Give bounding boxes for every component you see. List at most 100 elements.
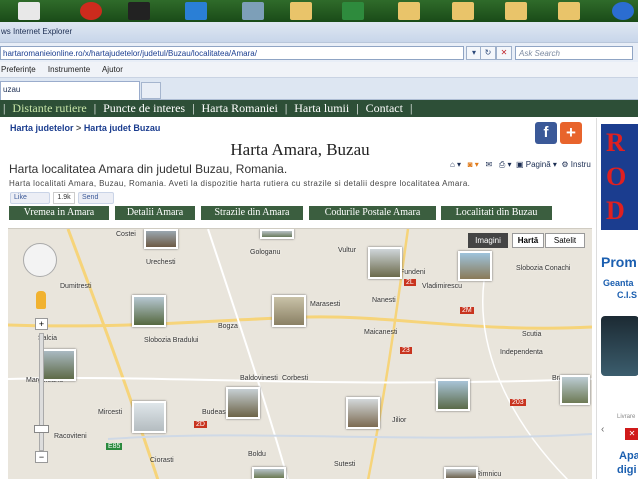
map-photo[interactable] [458,251,492,281]
map-label: Sutesti [334,461,356,468]
chevron-left-icon[interactable]: ‹ [601,424,604,435]
promo-delivery-text: Livrare [617,414,636,420]
promo-text-1[interactable]: Apa [619,450,638,462]
tab-detalii[interactable]: Detalii Amara [115,206,195,220]
map-label: Dumitresti [60,283,92,290]
map-type-map-button[interactable]: Hartă [512,233,544,248]
map-label: Slobozia Bradului [144,337,199,344]
desktop-folder-icon[interactable] [505,2,527,20]
browser-tab-active[interactable]: uzau [0,81,140,100]
promo-text-2[interactable]: digi [617,464,637,476]
nav-item-harta-lumii[interactable]: Harta lumii [294,101,349,115]
url-input[interactable]: hartaromanieionline.ro/x/hartajudetelor/… [0,46,464,60]
breadcrumb: Harta judetelor > Harta judet Buzau [10,123,160,133]
page-title: Harta Amara, Buzau [230,140,370,159]
nav-item-distante[interactable]: Distante rutiere [12,101,86,115]
desktop-folder-icon[interactable] [452,2,474,20]
tab-coduri-postale[interactable]: Codurile Postale Amara [309,206,436,220]
map-photo[interactable] [560,375,590,405]
desktop-excel-icon[interactable] [342,2,364,20]
promo-product-title[interactable]: Geanta [603,278,634,288]
desktop-teamviewer-icon[interactable] [185,2,207,20]
nav-separator: | [3,101,6,115]
map-label: Independenta [500,349,543,356]
menu-item-tools[interactable]: Instrumente [48,65,90,74]
nav-item-contact[interactable]: Contact [366,101,403,115]
breadcrumb-separator: > [76,123,82,133]
stop-icon[interactable]: ✕ [496,46,512,60]
desktop-folder-icon[interactable] [290,2,312,20]
desktop-media-icon[interactable] [128,2,150,20]
route-badge: 2M [460,307,474,314]
facebook-send-button[interactable]: Send [78,192,114,204]
zoom-slider-track[interactable] [39,333,44,451]
breadcrumb-link-judete[interactable]: Harta judetelor [10,123,74,133]
zoom-out-button[interactable]: − [35,451,48,463]
map-label: Fundeni [400,269,426,276]
send-label: Send [82,194,99,201]
site-nav: | Distante rutiere | Puncte de interes |… [0,100,638,117]
map-photo[interactable] [144,229,178,249]
map-label: Mircesti [98,409,123,416]
desktop-folder-icon[interactable] [558,2,580,20]
map-label: Vladimirescu [422,283,463,290]
like-label: Like [14,194,27,201]
map-photo[interactable] [252,467,286,479]
desktop-app-icon[interactable] [80,2,102,20]
map-photo[interactable] [226,387,260,419]
map-label: Boldu [248,451,266,458]
map-photo[interactable] [346,397,380,429]
menu-item-preferences[interactable]: Preferințe [1,65,36,74]
route-badge: E85 [106,443,123,450]
map-photo[interactable] [42,349,76,381]
route-badge: 23 [400,347,412,354]
desktop-file-icon[interactable] [18,2,40,20]
tab-strazile[interactable]: Strazile din Amara [201,206,303,220]
map-type-satellite-button[interactable]: Satelit [545,233,585,248]
new-tab-button[interactable] [141,82,161,99]
nav-separator: | [93,101,97,115]
zoom-slider-handle[interactable] [34,425,49,433]
menu-item-help[interactable]: Ajutor [102,65,123,74]
right-sidebar: R O D Prom Geanta C.I.S Livrare ‹ ✕ Apa … [596,118,638,479]
map-label: Urechesti [146,259,176,266]
map-view[interactable]: Costei Gologanu Vultur Fundeni Slobozia … [8,228,592,479]
main-content: Harta judetelor > Harta judet Buzau f + … [8,118,592,479]
map-label: Slobozia Conachi [516,265,571,272]
refresh-icon[interactable]: ↻ [480,46,496,60]
desktop-window-icon[interactable] [242,2,264,20]
map-photo[interactable] [444,467,478,479]
desktop-taskbar-strip [0,0,638,22]
street-view-pegman-icon[interactable] [36,291,46,309]
banner-letter: O [606,162,627,191]
map-photo[interactable] [272,295,306,327]
map-photo[interactable] [132,295,166,327]
map-photo[interactable] [368,247,402,279]
search-input[interactable]: Ask Search [515,46,633,60]
promo-bag-image[interactable] [601,316,638,376]
map-type-images-button[interactable]: Imagini [468,233,508,248]
desktop-browser-icon[interactable] [612,2,634,20]
desktop-folder-icon[interactable] [398,2,420,20]
tab-bar: uzau ⌂ ▾ ◙ ▾ ✉ ⎙ ▾ ▣ Pagină ▾ ⚙ Instru [0,78,638,169]
map-label: Racoviteni [54,433,87,440]
map-label: Bogza [218,323,238,330]
tab-vremea[interactable]: Vremea in Amara [9,206,109,220]
nav-separator: | [192,101,195,115]
like-count: 1.9k [53,192,75,204]
facebook-like-button[interactable]: Like [10,192,50,204]
nav-item-harta-romaniei[interactable]: Harta Romaniei [202,101,278,115]
map-label: Nanesti [372,297,396,304]
breadcrumb-link-buzau[interactable]: Harta judet Buzau [84,123,161,133]
zoom-in-button[interactable]: + [35,318,48,330]
page-description: Harta localitati Amara, Buzau, Romania. … [9,179,471,188]
rod-banner-letters: R O D [606,126,626,228]
close-icon[interactable]: ✕ [625,428,638,440]
map-photo[interactable] [132,401,166,433]
map-photo[interactable] [436,379,470,411]
map-photo[interactable] [260,229,294,239]
nav-item-puncte[interactable]: Puncte de interes [103,101,185,115]
promo-heading[interactable]: Prom [601,254,637,270]
map-pan-control[interactable] [23,243,57,277]
tab-localitati[interactable]: Localitati din Buzau [441,206,552,220]
